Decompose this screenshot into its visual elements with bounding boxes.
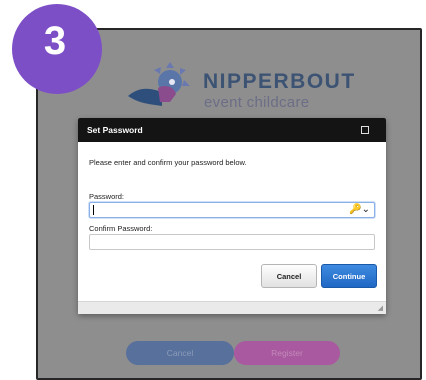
password-label: Password: bbox=[89, 192, 125, 201]
dialog-intro: Please enter and confirm your password b… bbox=[89, 158, 247, 167]
dialog-cancel-button[interactable]: Cancel bbox=[261, 264, 317, 288]
text-caret bbox=[93, 205, 94, 215]
maximize-icon[interactable] bbox=[361, 126, 369, 134]
resize-grip-icon[interactable]: ◢ bbox=[378, 304, 383, 312]
logo-mark-icon bbox=[128, 62, 190, 106]
logo-title: NIPPERBOUT bbox=[203, 70, 356, 93]
register-button[interactable]: Register bbox=[234, 341, 340, 365]
dialog-titlebar[interactable]: Set Password bbox=[78, 118, 386, 142]
password-field[interactable]: 🔑⌄ bbox=[89, 202, 375, 218]
confirm-password-label: Confirm Password: bbox=[89, 224, 153, 233]
continue-button[interactable]: Continue bbox=[321, 264, 377, 288]
step-badge: 3 bbox=[12, 4, 102, 94]
set-password-dialog: Set Password Please enter and confirm yo… bbox=[78, 118, 386, 314]
logo: NIPPERBOUT event childcare bbox=[120, 58, 380, 118]
logo-subtitle: event childcare bbox=[204, 94, 310, 111]
confirm-password-field[interactable] bbox=[89, 234, 375, 250]
step-number: 3 bbox=[43, 18, 67, 63]
password-manager-key-icon[interactable]: 🔑⌄ bbox=[349, 204, 370, 216]
dialog-title: Set Password bbox=[87, 125, 143, 135]
page-cancel-button[interactable]: Cancel bbox=[126, 341, 234, 365]
dialog-footer: ◢ bbox=[78, 301, 386, 314]
